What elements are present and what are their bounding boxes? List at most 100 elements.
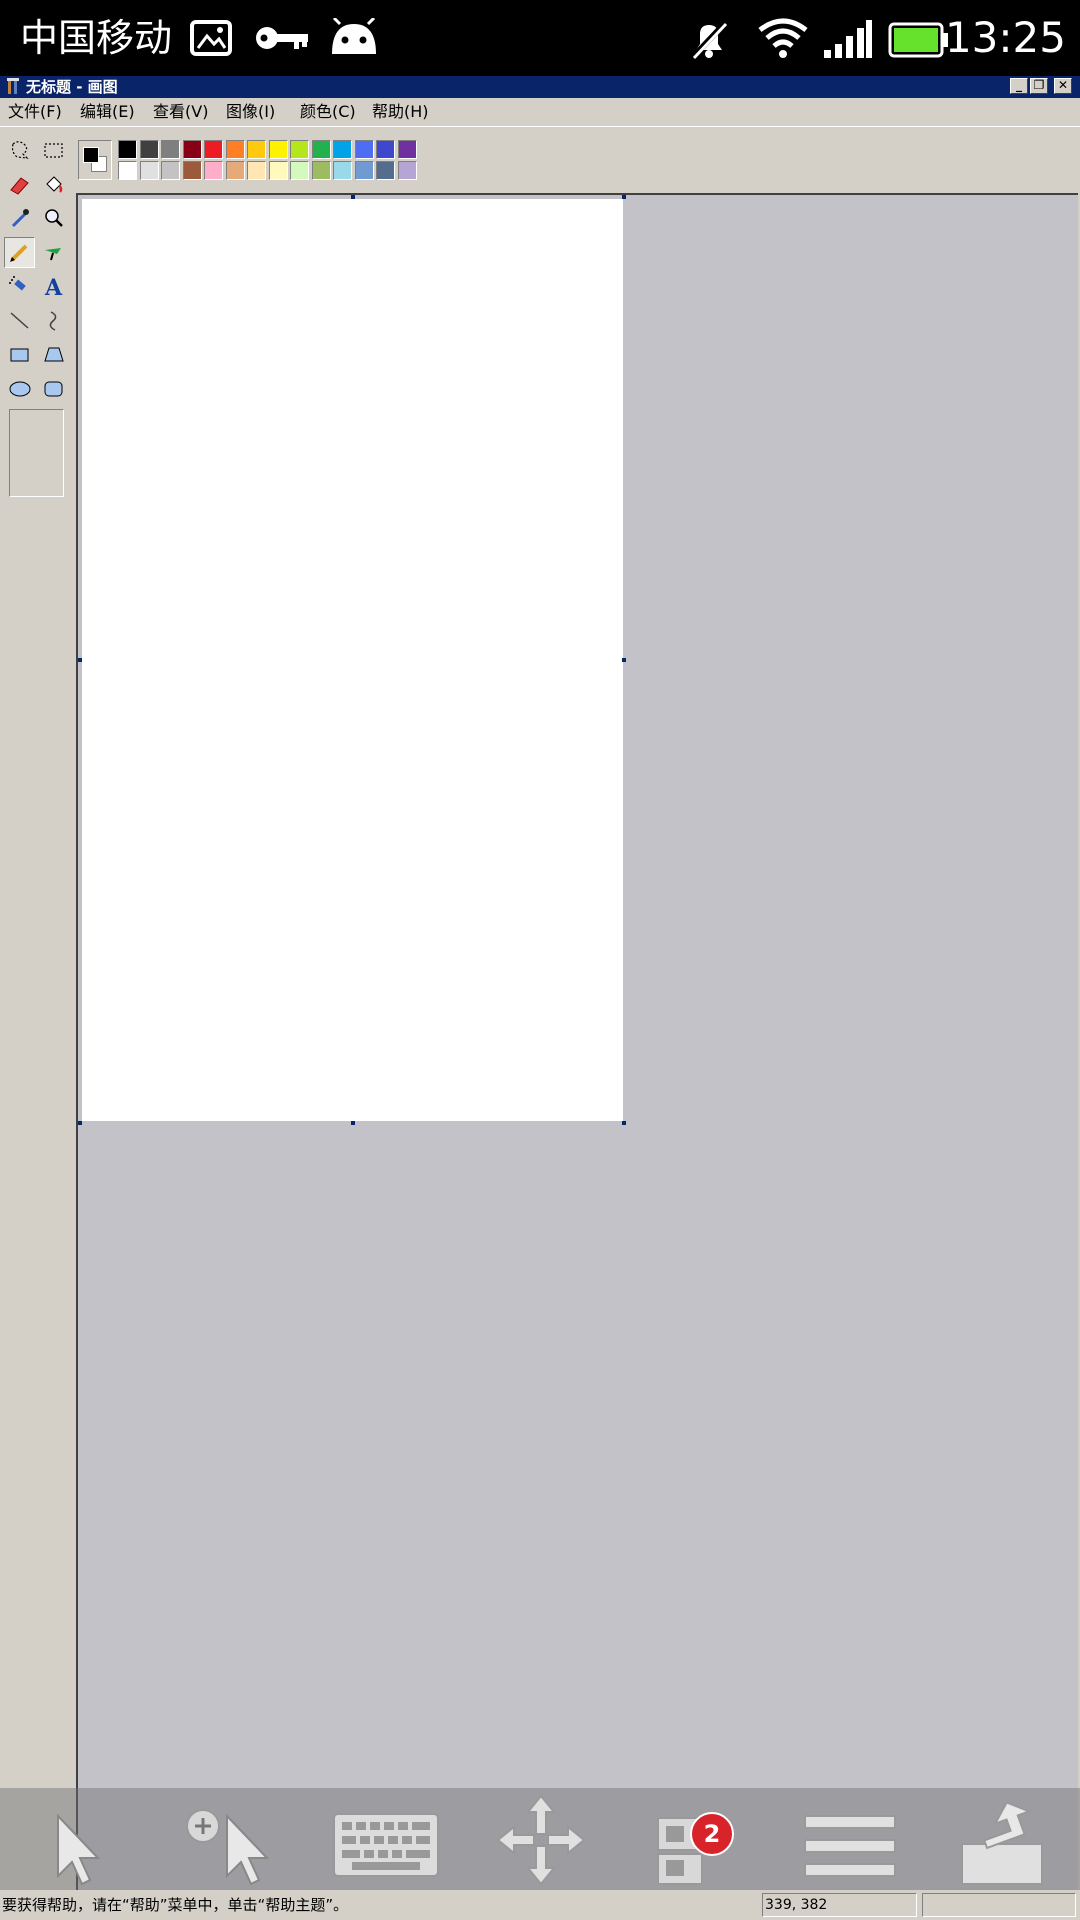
airbrush-icon [9,276,26,291]
magnifier-tool[interactable] [38,203,69,234]
exit-icon [961,1801,1043,1885]
carrier-label: 中国移动 [20,16,173,60]
clock: 13:25 [944,13,1066,62]
palette-swatch[interactable] [161,161,180,180]
paint-status-bar: 要获得帮助，请在“帮助”菜单中，单击“帮助主题”。 339, 382 [0,1890,1080,1920]
free-select-tool[interactable] [4,135,35,166]
resize-handle-bottom[interactable] [351,1121,355,1125]
window-title-bar[interactable]: 无标题 - 画图 _ ❐ ✕ [0,76,1080,98]
android-status-bar: 中国移动 13:25 [0,0,1080,76]
keyboard-button[interactable] [322,1788,452,1890]
brush-tool[interactable] [38,237,69,268]
palette-swatch[interactable] [268,140,288,159]
rect-select-tool[interactable] [38,135,69,166]
menu-help[interactable]: 帮助(H) [372,102,429,122]
paint-app-icon [7,78,19,94]
palette-swatch[interactable] [397,140,417,159]
menu-colors[interactable]: 颜色(C) [300,102,356,122]
palette-swatch[interactable] [182,140,202,159]
exit-button[interactable] [940,1788,1070,1890]
palette-swatch[interactable] [268,161,288,180]
palette-swatch[interactable] [333,140,352,159]
palette-swatch[interactable] [225,161,245,180]
zoom-pointer-button[interactable] [165,1788,295,1890]
window-title: 无标题 - 画图 [26,78,118,96]
eyedropper-icon [11,209,29,228]
resize-handle-bottom-left [78,1121,82,1125]
palette-swatch[interactable] [204,161,223,180]
menu-image[interactable]: 图像(I) [226,102,275,122]
move-arrows-icon [496,1794,586,1886]
brush-icon [45,248,61,261]
pencil-icon [10,244,28,262]
curve-icon [49,311,57,331]
remote-toolbar [0,1788,1080,1890]
palette-swatch[interactable] [311,140,331,159]
rectangle-tool[interactable] [4,339,35,370]
tool-options-box[interactable] [9,409,64,497]
palette-swatch[interactable] [247,161,266,180]
menu-button[interactable] [783,1788,913,1890]
keyboard-icon [333,1813,439,1877]
drawing-canvas[interactable] [82,199,623,1121]
airbrush-tool[interactable] [4,271,35,302]
curve-tool[interactable] [38,305,69,336]
palette-swatch[interactable] [290,161,309,180]
restore-button[interactable]: ❐ [1030,78,1048,94]
pencil-tool[interactable] [4,237,35,268]
palette-swatch[interactable] [397,161,417,180]
close-button[interactable]: ✕ [1054,78,1072,94]
toolbox: A [0,131,74,1891]
resize-handle-top-right [622,195,626,199]
polygon-tool[interactable] [38,339,69,370]
signal-icon [824,20,872,58]
palette-swatch[interactable] [161,140,180,159]
battery-icon [888,22,948,58]
text-tool[interactable]: A [38,271,69,302]
palette-swatch[interactable] [354,140,374,159]
palette-swatch[interactable] [118,140,137,159]
move-button[interactable] [476,1788,606,1890]
foreground-color[interactable] [83,147,99,163]
resize-handle-right[interactable] [622,658,626,662]
palette-swatch[interactable] [376,140,395,159]
windows-count-badge: 2 [690,1812,734,1856]
palette-swatch[interactable] [290,140,309,159]
minimize-button[interactable]: _ [1010,78,1028,94]
paint-bucket-icon [46,176,63,193]
android-icon [332,18,376,54]
ellipse-tool[interactable] [4,373,35,404]
resize-handle-bottom-right[interactable] [622,1121,626,1125]
fill-tool[interactable] [38,169,69,200]
pointer-icon [57,1813,101,1886]
palette-swatch[interactable] [333,161,352,180]
text-icon: A [44,275,63,301]
rounded-rectangle-tool[interactable] [38,373,69,404]
palette-swatch[interactable] [139,140,159,159]
menu-lines-icon [804,1815,896,1877]
menu-file[interactable]: 文件(F) [8,102,62,122]
menu-edit[interactable]: 编辑(E) [80,102,135,122]
rectangle-icon [10,348,29,362]
palette-swatch[interactable] [182,161,202,180]
image-icon [190,20,232,56]
magnifier-icon [45,209,63,227]
palette-swatch[interactable] [311,161,331,180]
resize-handle-top [351,195,355,199]
mute-icon [689,19,729,60]
palette-swatch[interactable] [376,161,395,180]
palette-swatch[interactable] [118,161,137,180]
line-icon [10,312,29,329]
palette-swatch[interactable] [247,140,266,159]
eraser-tool[interactable] [4,169,35,200]
palette-swatch[interactable] [354,161,374,180]
color-picker-tool[interactable] [4,203,35,234]
palette-swatch[interactable] [225,140,245,159]
palette-swatch[interactable] [139,161,159,180]
palette-swatch[interactable] [204,140,223,159]
line-tool[interactable] [4,305,35,336]
svg-text:A: A [44,275,63,301]
menu-view[interactable]: 查看(V) [153,102,208,122]
pointer-mode-button[interactable] [10,1788,140,1890]
zoom-pointer-icon [186,1809,270,1886]
